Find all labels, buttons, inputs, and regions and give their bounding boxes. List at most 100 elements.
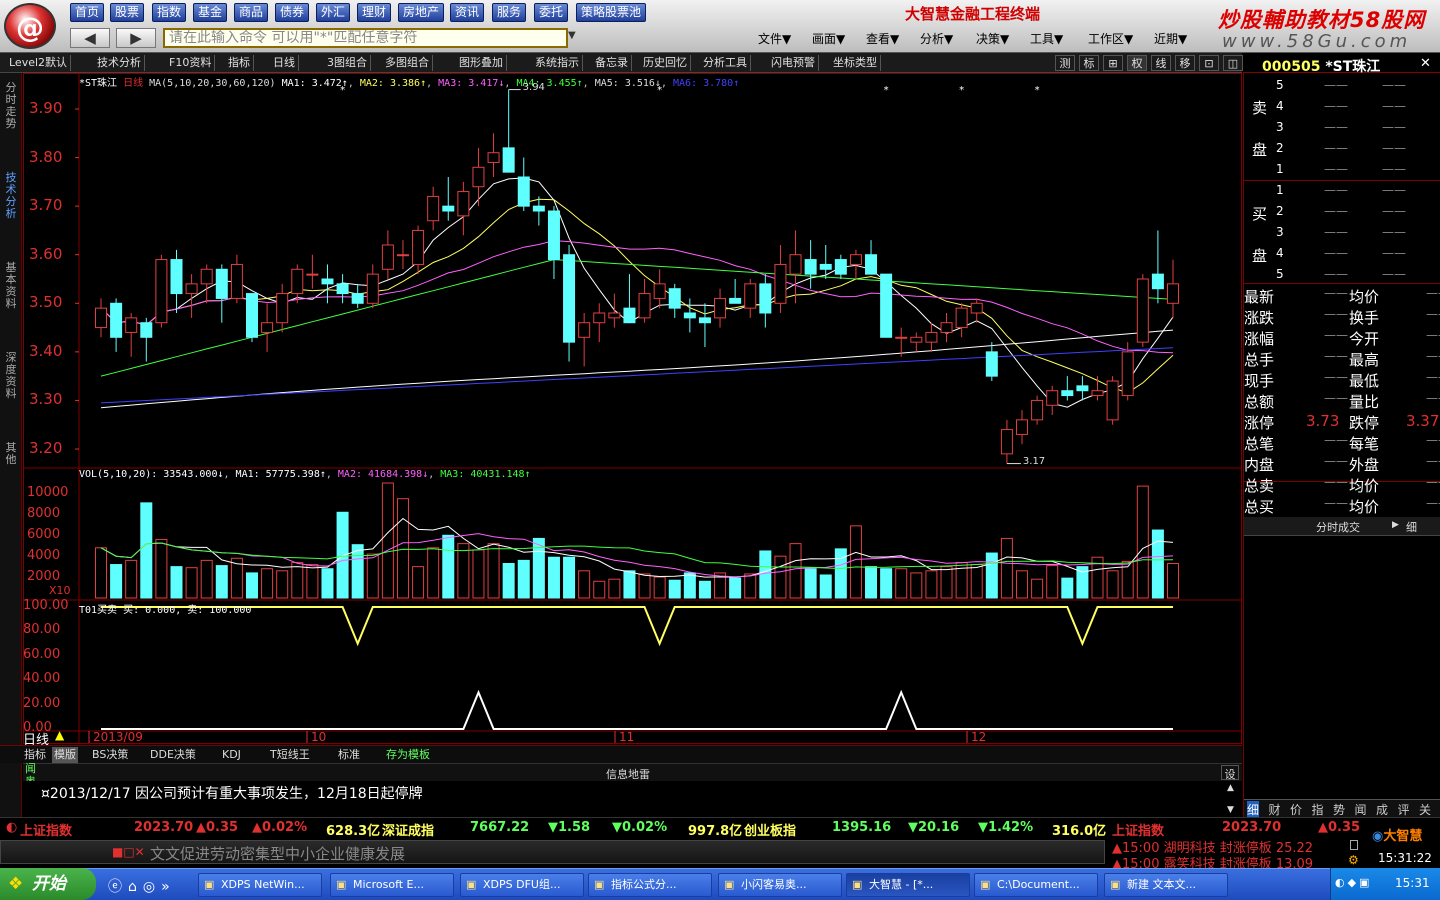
ie-icon[interactable]: ⓔ [108, 879, 128, 895]
media-icon[interactable]: ◎ [143, 879, 161, 895]
nav-button-2[interactable]: 指数 [152, 3, 187, 22]
candle[interactable] [653, 269, 666, 309]
candle[interactable] [865, 240, 878, 275]
nav-button-3[interactable]: 基金 [193, 3, 228, 22]
window-icon[interactable] [1350, 840, 1358, 850]
candle[interactable] [306, 254, 319, 289]
nav-button-0[interactable]: 首页 [70, 3, 105, 22]
back-button[interactable]: ◀ [70, 28, 110, 48]
scroll-down-icon[interactable]: ▼ [1227, 805, 1234, 815]
toolbar-item-10[interactable]: 历史回忆 [640, 55, 691, 71]
nav-button-6[interactable]: 外汇 [316, 3, 351, 22]
desktop-icon[interactable]: ⌂ [128, 879, 143, 895]
left-tab-1[interactable]: 技术分析 [2, 172, 20, 220]
left-tab-3[interactable]: 深度资料 [2, 352, 20, 400]
candle[interactable] [774, 245, 787, 313]
toolbar-tool-4[interactable]: 线 [1151, 55, 1171, 71]
candle[interactable] [834, 254, 847, 279]
nav-button-5[interactable]: 债券 [275, 3, 310, 22]
quote-tab-6[interactable]: 成 [1376, 801, 1388, 818]
candle[interactable] [744, 279, 757, 318]
menu-item-2[interactable]: 查看▼ [866, 30, 899, 47]
toolbar-item-2[interactable]: F10资料 [166, 55, 216, 71]
indicator-tab-2[interactable]: BS决策 [92, 747, 128, 763]
candle[interactable] [155, 254, 168, 328]
menu-item-0[interactable]: 文件▼ [758, 30, 791, 47]
candle[interactable] [1046, 385, 1059, 415]
candle[interactable] [396, 240, 409, 270]
close-icon[interactable]: ✕ [1420, 56, 1431, 71]
quote-tab-4[interactable]: 势 [1333, 801, 1345, 818]
left-tab-2[interactable]: 基本资料 [2, 262, 20, 310]
toolbar-item-12[interactable]: 闪电预警 [768, 55, 819, 71]
candle[interactable] [880, 273, 893, 338]
candle[interactable] [351, 283, 364, 309]
candle[interactable] [110, 298, 123, 352]
indicator-tab-6[interactable]: 标准 [338, 747, 360, 763]
toolbar-tool-5[interactable]: 移 [1175, 55, 1195, 71]
scroll-controls-icon[interactable]: ■□✕ [112, 845, 145, 859]
candle[interactable] [1151, 230, 1164, 304]
quote-tab-7[interactable]: 评 [1398, 801, 1410, 818]
forward-button[interactable]: ▶ [116, 28, 156, 48]
toolbar-item-9[interactable]: 备忘录 [592, 55, 632, 71]
candle[interactable] [276, 283, 289, 333]
left-tab-0[interactable]: 分时走势 [2, 82, 20, 130]
candle[interactable] [698, 303, 711, 347]
toolbar-item-6[interactable]: 多图组合 [382, 55, 433, 71]
candle[interactable] [563, 245, 576, 362]
candle[interactable] [502, 89, 515, 173]
candle[interactable] [547, 206, 560, 279]
candle[interactable] [336, 274, 349, 304]
candle[interactable] [789, 230, 802, 304]
quote-tab-0[interactable]: 细 [1247, 801, 1260, 818]
candle[interactable] [381, 230, 394, 279]
candle[interactable] [729, 279, 742, 304]
candle[interactable] [623, 274, 636, 324]
quote-tab-2[interactable]: 价 [1290, 801, 1302, 818]
candle[interactable] [970, 298, 983, 323]
candle[interactable] [1061, 376, 1074, 401]
menu-item-7[interactable]: 近期▼ [1154, 30, 1187, 47]
quote-tab-8[interactable]: 关 [1419, 801, 1431, 818]
nav-button-7[interactable]: 理财 [357, 3, 392, 22]
candle[interactable] [200, 264, 213, 304]
toolbar-tool-0[interactable]: 测 [1055, 55, 1075, 71]
taskbar-task-1[interactable]: ▣ Microsoft E... [330, 873, 454, 897]
candle[interactable] [638, 279, 651, 323]
command-dropdown-icon[interactable]: ▼ [568, 30, 580, 46]
news-item[interactable]: ¤2013/12/17 因公司预计有重大事项发生，12月18日起停牌 [41, 783, 423, 803]
candle[interactable] [910, 332, 923, 352]
menu-item-5[interactable]: 工具▼ [1030, 30, 1063, 47]
taskbar-task-6[interactable]: ▣ C:\Document... [974, 873, 1098, 897]
candle[interactable] [291, 264, 304, 304]
candle[interactable] [683, 298, 696, 333]
scroll-up-icon[interactable]: ▲ [1227, 783, 1234, 793]
toolbar-item-4[interactable]: 日线 [270, 55, 299, 71]
taskbar-task-3[interactable]: ▣ 指标公式分... [588, 873, 712, 897]
nav-button-12[interactable]: 策略股票池 [576, 3, 647, 22]
candle[interactable] [1031, 395, 1044, 425]
candle[interactable] [849, 249, 862, 279]
left-tab-4[interactable]: 其他 [2, 442, 20, 466]
taskbar-task-2[interactable]: ▣ XDPS DFU组... [460, 873, 584, 897]
toolbar-tool-3[interactable]: 权 [1127, 55, 1147, 71]
taskbar-task-0[interactable]: ▣ XDPS NetWin... [198, 873, 322, 897]
candle[interactable] [95, 298, 107, 338]
indicator-tab-0[interactable]: 指标 [24, 747, 46, 763]
taskbar-task-4[interactable]: ▣ 小闪客易奥... [718, 873, 842, 897]
nav-button-8[interactable]: 房地产 [398, 3, 445, 22]
tick-trades-bar[interactable]: 分时成交 细 ▶ [1244, 517, 1440, 536]
scroll-news-text[interactable]: 文文促进劳动密集型中小企业健康发展 [150, 843, 405, 864]
candle[interactable] [925, 322, 938, 352]
indicator-tab-1[interactable]: 模版 [52, 747, 78, 763]
candle[interactable] [578, 313, 591, 367]
candle[interactable] [608, 293, 621, 328]
toolbar-item-7[interactable]: 图形叠加 [456, 55, 507, 71]
candle[interactable] [366, 264, 379, 309]
candle[interactable] [140, 317, 153, 362]
toolbar-tool-6[interactable]: ⊡ [1199, 55, 1219, 71]
candle[interactable] [261, 303, 274, 352]
more-icon[interactable]: » [161, 879, 176, 895]
toolbar-item-5[interactable]: 3图组合 [324, 55, 371, 71]
